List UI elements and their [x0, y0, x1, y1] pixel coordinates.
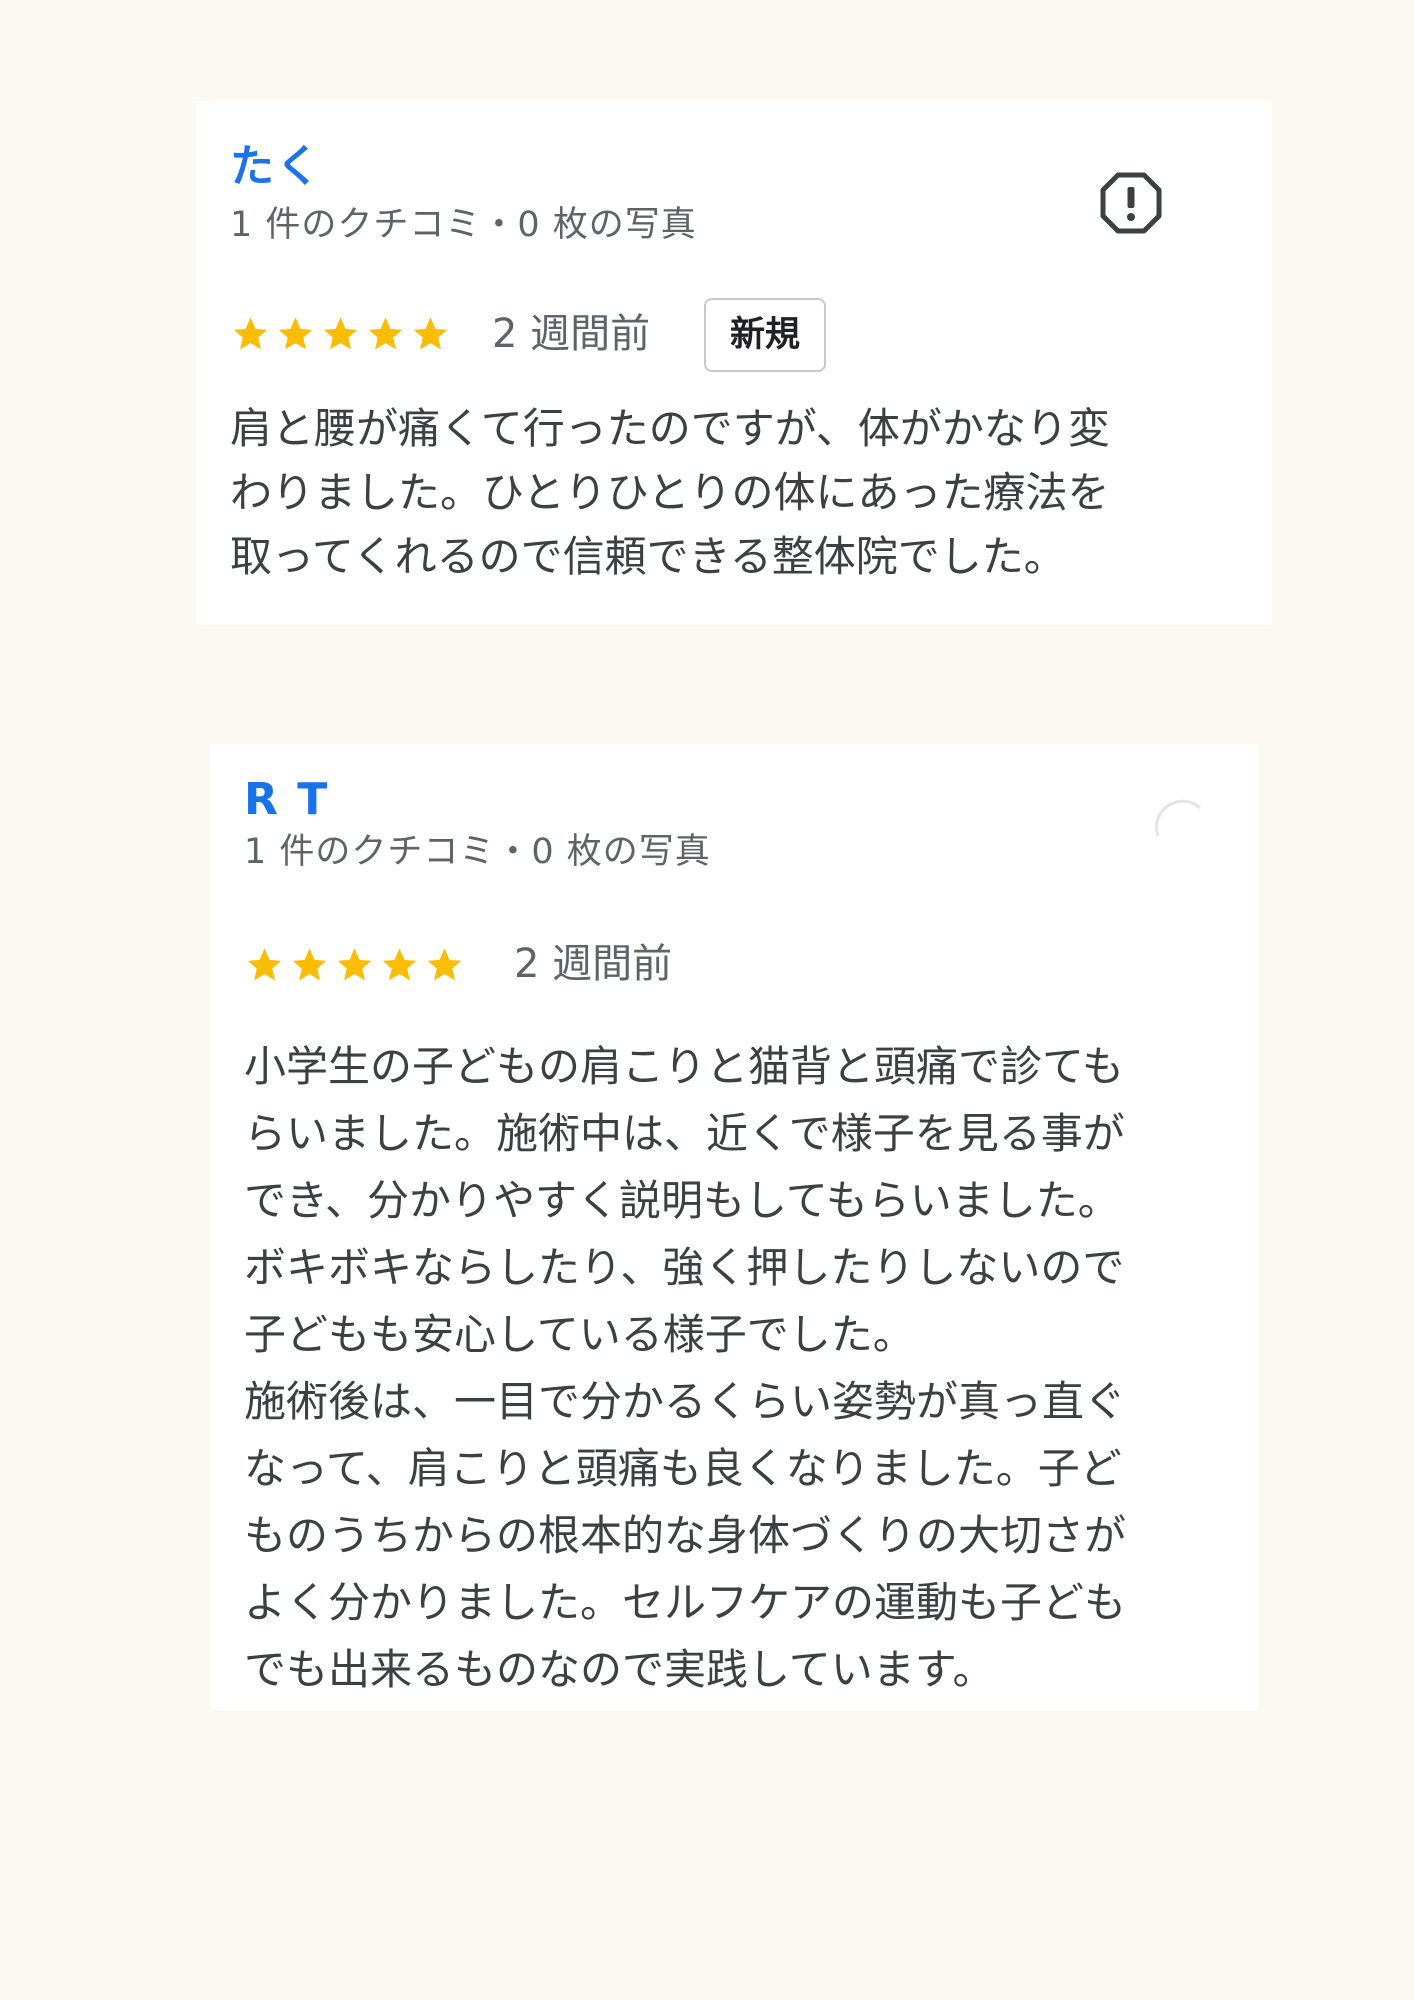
star-icon: [247, 948, 282, 981]
review-text-line: 子どもも安心している様子でした。: [244, 1310, 915, 1359]
review-text: 肩と腰が痛くて行ったのですが、体がかなり変 わりました。ひとりひとりの体にあった…: [230, 397, 1110, 589]
star-icon: [382, 948, 417, 981]
review-text-line: でも出来るものなので実践しています。: [244, 1645, 995, 1694]
review-text-line: わりました。ひとりひとりの体にあった療法を: [230, 468, 1110, 517]
star-rating: [244, 945, 465, 985]
review-text: 小学生の子どもの肩こりと猫背と頭痛で診ても らいました。施術中は、近くで様子を見…: [244, 1033, 1126, 1703]
reviewer-name[interactable]: たく: [230, 145, 322, 189]
review-date: 2 週間前: [492, 311, 651, 357]
review-card: R T 1 件のクチコミ・0 枚の写真 2 週間前 小学生の子どもの肩こりと猫背…: [210, 744, 1258, 1711]
star-icon: [233, 317, 268, 350]
review-text-line: 取ってくれるので信頼できる整体院でした。: [230, 532, 1066, 581]
reviewer-meta: 1 件のクチコミ・0 枚の写真: [244, 832, 711, 872]
review-text-line: らいました。施術中は、近くで様子を見る事が: [244, 1109, 1125, 1158]
review-text-line: 小学生の子どもの肩こりと猫背と頭痛で診ても: [244, 1042, 1124, 1091]
review-text-line: 肩と腰が痛くて行ったのですが、体がかなり変: [230, 404, 1110, 453]
review-text-line: でき、分かりやすく説明もしてもらいました。: [244, 1176, 1120, 1225]
star-icon: [278, 317, 313, 350]
review-text-line: 施術後は、一目で分かるくらい姿勢が真っ直ぐ: [244, 1377, 1127, 1426]
star-icon: [413, 317, 448, 350]
star-icon: [368, 317, 403, 350]
report-flag-icon[interactable]: [1100, 172, 1162, 234]
star-icon: [292, 948, 327, 981]
star-icon: [323, 317, 358, 350]
review-text-line: ボキボキならしたり、強く押したりしないので: [244, 1243, 1125, 1292]
reviewer-name[interactable]: R T: [244, 778, 329, 822]
review-date: 2 週間前: [514, 941, 673, 987]
review-card: たく 1 件のクチコミ・0 枚の写真 2 週間前 新規 肩と腰が痛くて行ったので…: [196, 101, 1272, 625]
new-badge: 新規: [704, 298, 826, 372]
review-text-line: よく分かりました。セルフケアの運動も子ども: [244, 1578, 1127, 1627]
review-text-line: ものうちからの根本的な身体づくりの大切さが: [244, 1511, 1127, 1560]
star-icon: [427, 948, 462, 981]
star-icon: [337, 948, 372, 981]
review-text-line: なって、肩こりと頭痛も良くなりました。子ど: [244, 1444, 1122, 1493]
star-rating: [230, 314, 451, 354]
reviewer-meta: 1 件のクチコミ・0 枚の写真: [230, 205, 697, 245]
faded-icon: [1154, 799, 1202, 837]
